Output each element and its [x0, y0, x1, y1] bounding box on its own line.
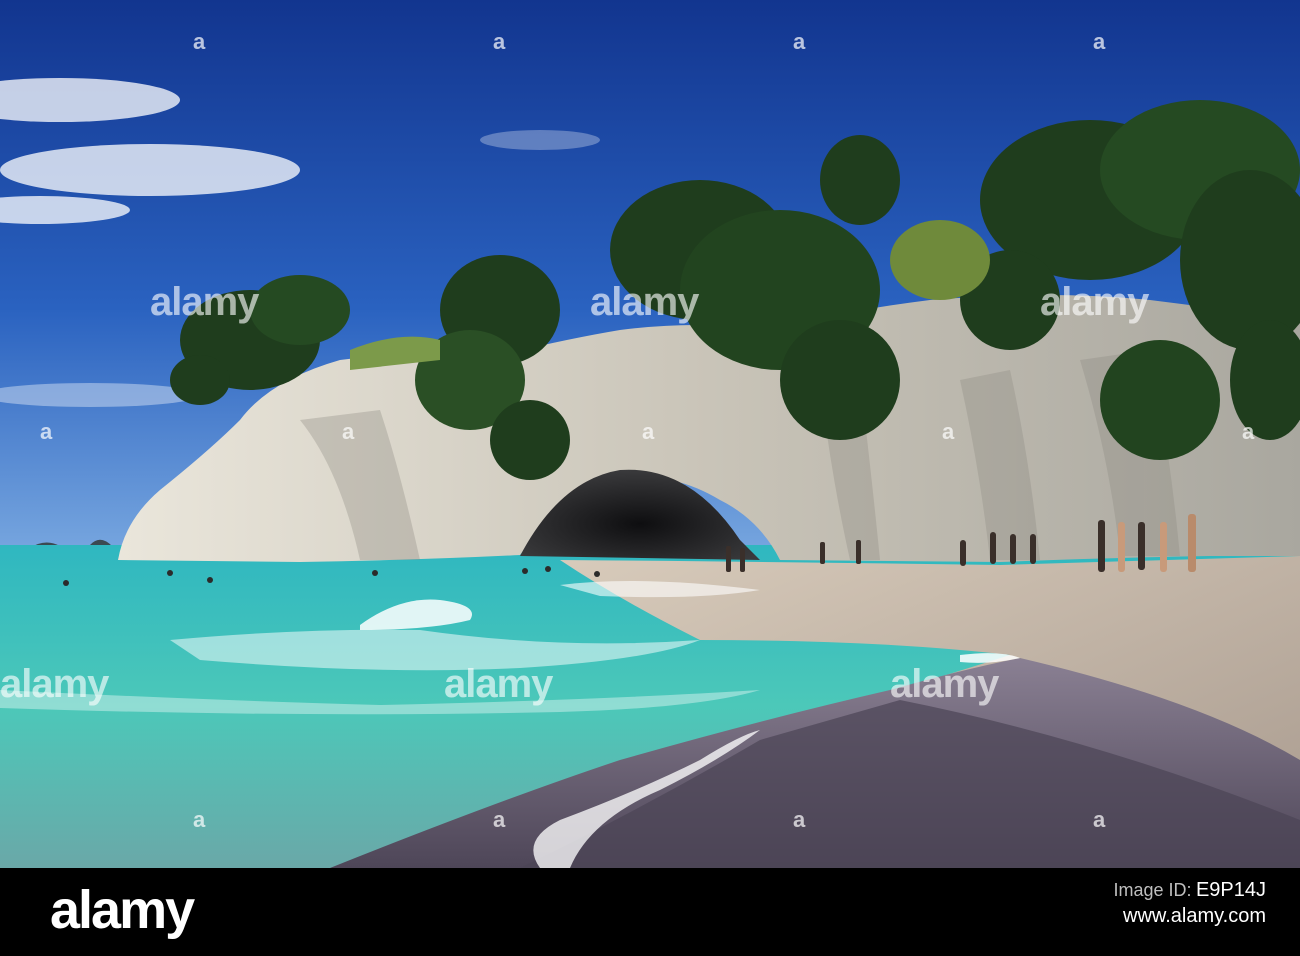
image-meta: Image ID: E9P14J www.alamy.com — [1113, 878, 1266, 928]
brand-logo: alamy — [50, 880, 195, 940]
image-id-label: Image ID: — [1113, 880, 1192, 900]
site-url: www.alamy.com — [1123, 905, 1266, 927]
image-id: E9P14J — [1195, 879, 1266, 901]
beach-scene — [0, 0, 1300, 868]
beach-photo: alamy alamy alamy alamy alamy alamy a a … — [0, 0, 1300, 868]
footer-bar: alamy Image ID: E9P14J www.alamy.com — [0, 868, 1300, 956]
